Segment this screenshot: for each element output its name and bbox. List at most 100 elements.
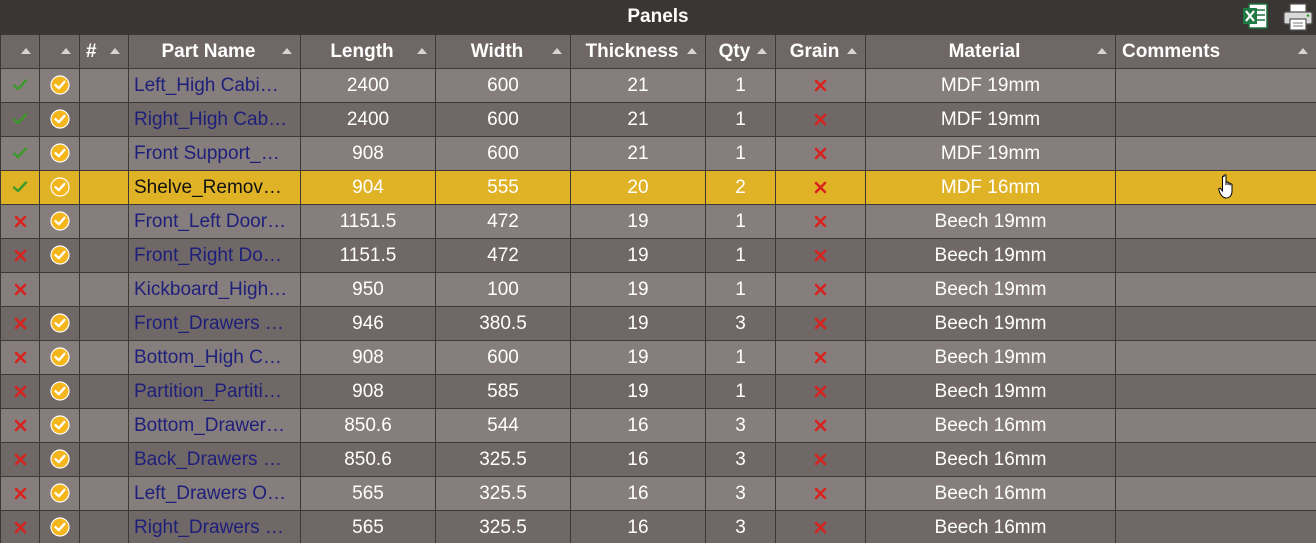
hand-cursor-icon xyxy=(1218,174,1238,205)
status-cell xyxy=(0,374,40,409)
cell-thickness: 20 xyxy=(570,170,706,205)
status-cell xyxy=(0,170,40,205)
cell-comments xyxy=(1115,238,1316,273)
badge-cell xyxy=(39,340,80,375)
cell-width: 100 xyxy=(435,272,571,307)
cell-name: Left_High Cabi… xyxy=(128,68,301,103)
status-cell xyxy=(0,408,40,443)
table-row[interactable]: Left_High Cabi… 2400 600 21 1 MDF 19mm xyxy=(0,68,1316,103)
table-row[interactable]: Front Support_… 908 600 21 1 MDF 19mm xyxy=(0,136,1316,171)
cell-grain xyxy=(775,306,866,341)
cell-thickness: 19 xyxy=(570,306,706,341)
sort-arrow-icon[interactable] xyxy=(1298,48,1308,54)
sort-arrow-icon[interactable] xyxy=(687,48,697,54)
cell-grain xyxy=(775,272,866,307)
table-row[interactable]: Kickboard_High… 950 100 19 1 Beech 19mm xyxy=(0,272,1316,307)
column-header-8[interactable]: Grain xyxy=(775,34,866,69)
table-row[interactable]: Front_Drawers … 946 380.5 19 3 Beech 19mm xyxy=(0,306,1316,341)
cell-comments xyxy=(1115,306,1316,341)
cell-material: Beech 16mm xyxy=(865,408,1116,443)
column-header-3[interactable]: Part Name xyxy=(128,34,301,69)
cell-length: 908 xyxy=(300,374,436,409)
sort-arrow-icon[interactable] xyxy=(61,48,71,54)
cross-icon xyxy=(14,351,27,364)
column-header-0[interactable] xyxy=(0,34,40,69)
badge-cell xyxy=(39,306,80,341)
sort-arrow-icon[interactable] xyxy=(21,48,31,54)
status-cell xyxy=(0,306,40,341)
column-header-10[interactable]: Comments xyxy=(1115,34,1316,69)
cell-name: Back_Drawers … xyxy=(128,442,301,477)
column-header-9[interactable]: Material xyxy=(865,34,1116,69)
cell-thickness: 16 xyxy=(570,408,706,443)
status-cell xyxy=(0,476,40,511)
cell-name: Front_Left Door… xyxy=(128,204,301,239)
toolbar xyxy=(1240,0,1314,34)
sort-arrow-icon[interactable] xyxy=(110,48,120,54)
check-circle-icon xyxy=(49,483,70,504)
cell-length: 908 xyxy=(300,340,436,375)
cell-grain xyxy=(775,510,866,543)
cross-icon xyxy=(814,79,827,92)
cell-length: 1151.5 xyxy=(300,238,436,273)
window-title: Panels xyxy=(627,6,689,27)
table-row[interactable]: Left_Drawers O… 565 325.5 16 3 Beech 16mm xyxy=(0,476,1316,511)
table-row[interactable]: Bottom_High C… 908 600 19 1 Beech 19mm xyxy=(0,340,1316,375)
column-header-4[interactable]: Length xyxy=(300,34,436,69)
table-body: Left_High Cabi… 2400 600 21 1 MDF 19mm Right_H… xyxy=(0,68,1316,543)
badge-cell xyxy=(39,476,80,511)
badge-cell xyxy=(39,102,80,137)
sort-arrow-icon[interactable] xyxy=(1097,48,1107,54)
cross-icon xyxy=(814,453,827,466)
column-header-label: Length xyxy=(330,40,394,62)
table-row[interactable]: Front_Right Do… 1151.5 472 19 1 Beech 19mm xyxy=(0,238,1316,273)
table-row[interactable]: Back_Drawers … 850.6 325.5 16 3 Beech 16mm xyxy=(0,442,1316,477)
cell-material: Beech 19mm xyxy=(865,272,1116,307)
table-row[interactable]: Partition_Partiti… 908 585 19 1 Beech 19mm xyxy=(0,374,1316,409)
cross-icon xyxy=(814,283,827,296)
cell-grain xyxy=(775,102,866,137)
sort-arrow-icon[interactable] xyxy=(847,48,857,54)
status-cell xyxy=(0,68,40,103)
cell-name: Front_Right Do… xyxy=(128,238,301,273)
cross-icon xyxy=(814,317,827,330)
sort-arrow-icon[interactable] xyxy=(757,48,767,54)
cell-length: 2400 xyxy=(300,68,436,103)
cell-width: 472 xyxy=(435,204,571,239)
badge-cell xyxy=(39,136,80,171)
check-icon xyxy=(12,78,28,92)
column-header-5[interactable]: Width xyxy=(435,34,571,69)
cell-length: 908 xyxy=(300,136,436,171)
column-header-1[interactable] xyxy=(39,34,80,69)
cell-qty: 2 xyxy=(705,170,776,205)
table-row[interactable]: Front_Left Door… 1151.5 472 19 1 Beech 19mm xyxy=(0,204,1316,239)
cell-thickness: 16 xyxy=(570,442,706,477)
check-circle-icon xyxy=(49,245,70,266)
cell-name: Front Support_… xyxy=(128,136,301,171)
cell-material: Beech 16mm xyxy=(865,510,1116,543)
sort-arrow-icon[interactable] xyxy=(282,48,292,54)
table-row[interactable]: Shelve_Remov… 904 555 20 2 MDF 16mm xyxy=(0,170,1316,205)
cell-comments xyxy=(1115,68,1316,103)
excel-icon[interactable] xyxy=(1240,2,1272,32)
table-row[interactable]: Bottom_Drawer… 850.6 544 16 3 Beech 16mm xyxy=(0,408,1316,443)
column-header-6[interactable]: Thickness xyxy=(570,34,706,69)
cell-width: 600 xyxy=(435,68,571,103)
sort-arrow-icon[interactable] xyxy=(552,48,562,54)
column-header-2[interactable]: # xyxy=(79,34,129,69)
sort-arrow-icon[interactable] xyxy=(417,48,427,54)
badge-cell xyxy=(39,272,80,307)
cell-length: 565 xyxy=(300,510,436,543)
column-header-7[interactable]: Qty xyxy=(705,34,776,69)
status-cell xyxy=(0,442,40,477)
cell-grain xyxy=(775,68,866,103)
status-cell xyxy=(0,510,40,543)
badge-cell xyxy=(39,204,80,239)
table-row[interactable]: Right_High Cab… 2400 600 21 1 MDF 19mm xyxy=(0,102,1316,137)
cross-icon xyxy=(814,113,827,126)
printer-icon[interactable] xyxy=(1282,2,1314,32)
table-row[interactable]: Right_Drawers … 565 325.5 16 3 Beech 16mm xyxy=(0,510,1316,543)
check-icon xyxy=(12,112,28,126)
cell-width: 325.5 xyxy=(435,510,571,543)
cell-comments xyxy=(1115,374,1316,409)
